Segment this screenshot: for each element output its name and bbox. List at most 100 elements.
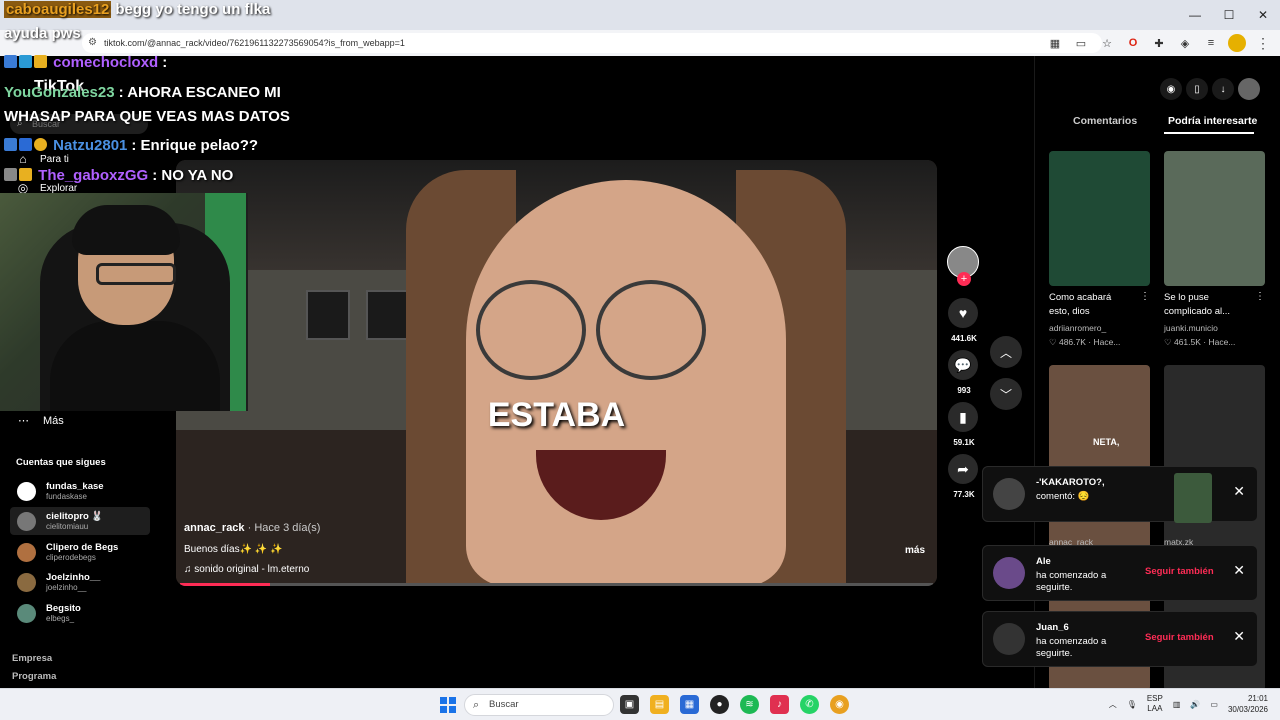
taskbar-search[interactable]: ⌕ Buscar — [464, 694, 614, 716]
chat-user: The_gaboxzGG — [38, 167, 149, 184]
footer-link-programa[interactable]: Programa — [12, 671, 56, 682]
like-count: 441.6K — [951, 334, 977, 343]
avatar — [993, 557, 1025, 589]
task-view-icon[interactable]: ▣ — [620, 695, 639, 714]
nav-item-mas[interactable]: ⋯ Más — [18, 414, 64, 428]
close-window-button[interactable]: ✕ — [1246, 0, 1280, 30]
menu-board — [366, 290, 410, 340]
cast-icon[interactable]: ▭ — [1072, 34, 1090, 52]
follow-back-button[interactable]: Seguir también — [1145, 632, 1214, 643]
heart-icon[interactable]: ♥ — [948, 298, 978, 328]
glasses-lens-right — [596, 280, 706, 380]
share-icon[interactable]: ➦ — [948, 454, 978, 484]
footer-link-empresa[interactable]: Empresa — [12, 653, 52, 664]
follow-item[interactable]: fundas_kase fundaskase — [10, 477, 150, 505]
chat-message: caboaugiles12 begg yo tengo un flka — [4, 1, 270, 18]
tab-podria-interesarte[interactable]: Podría interesarte — [1168, 115, 1257, 127]
media-controls-icon[interactable]: ≡ — [1202, 34, 1220, 52]
windows-start-icon[interactable] — [440, 697, 456, 713]
url-text: tiktok.com/@annac_rack/video/76219611322… — [104, 38, 405, 48]
microphone-icon[interactable]: 🎙 — [1127, 700, 1137, 709]
follow-item[interactable]: Begsito elbegs_ — [10, 599, 150, 627]
device-icon[interactable]: ▯ — [1186, 78, 1208, 100]
follow-name: fundas_kase — [46, 481, 104, 492]
chat-message: comechocloxd: — [4, 54, 167, 71]
tab-comentarios[interactable]: Comentarios — [1073, 115, 1137, 127]
chat-badge-icon — [19, 55, 32, 68]
active-tab-indicator — [1164, 132, 1254, 134]
download-icon[interactable]: ↓ — [1212, 78, 1234, 100]
file-explorer-icon[interactable]: ▤ — [650, 695, 669, 714]
notif-name: Juan_6 — [1036, 622, 1069, 633]
more-button[interactable]: más — [905, 545, 925, 556]
suggested-video-author[interactable]: adriianromero_ — [1049, 323, 1106, 333]
streamer-webcam — [0, 193, 248, 411]
suggested-video-author[interactable]: juanki.municio — [1164, 323, 1218, 333]
battery-icon[interactable]: ▭ — [1210, 700, 1218, 709]
follow-item[interactable]: Joelzinho__ joelzinho__ — [10, 568, 150, 596]
lang-sub: LAA — [1147, 704, 1163, 713]
translate-icon[interactable]: ▦ — [1046, 34, 1064, 52]
avatar — [17, 512, 36, 531]
save-count: 59.1K — [953, 438, 975, 447]
minimize-button[interactable]: — — [1178, 0, 1212, 30]
video-sound[interactable]: ♫ sonido original - lm.eterno — [184, 564, 309, 575]
chat-text: : NO YA NO — [152, 167, 234, 184]
clock[interactable]: 21:01 30/03/2026 — [1228, 693, 1268, 715]
suggested-video-thumb[interactable] — [1049, 151, 1150, 286]
coin-icon[interactable]: ◉ — [1160, 78, 1182, 100]
nav-item-para-ti[interactable]: ⌂ Para ti — [16, 152, 69, 166]
network-icon[interactable]: ▥ — [1173, 700, 1181, 709]
suggested-video-thumb[interactable] — [1164, 151, 1265, 286]
notification-toast[interactable]: -'KAKAROTO?, comentó: 😔 ✕ — [982, 466, 1258, 523]
chrome-icon[interactable]: ◉ — [830, 695, 849, 714]
comment-icon[interactable]: 💬 — [948, 350, 978, 380]
follow-plus-icon[interactable]: + — [957, 272, 971, 286]
obs-icon[interactable]: ● — [710, 695, 729, 714]
tiktok-app-icon[interactable]: ♪ — [770, 695, 789, 714]
video-options-icon[interactable]: ⋮ — [1140, 291, 1150, 302]
crown-badge-icon — [19, 168, 32, 181]
profile-avatar[interactable] — [1228, 34, 1246, 52]
opera-extension-icon[interactable]: O — [1124, 34, 1142, 52]
chat-message: Natzu2801: Enrique pelao?? — [4, 137, 258, 154]
follow-item[interactable]: cielitopro 🐰 cielitomiauu — [10, 507, 150, 535]
video-options-icon[interactable]: ⋮ — [1255, 291, 1265, 302]
follow-item[interactable]: Clipero de Begs cliperodebegs — [10, 538, 150, 566]
close-icon[interactable]: ✕ — [1233, 628, 1245, 645]
user-avatar[interactable] — [1238, 78, 1260, 100]
previous-video-button[interactable]: ︿ — [990, 336, 1022, 368]
suggested-video-caption[interactable]: Como acabará esto, dios — [1049, 291, 1129, 319]
chat-badge-icon — [4, 55, 17, 68]
avatar — [17, 604, 36, 623]
notif-text: ha comenzado a seguirte. — [1036, 636, 1107, 659]
close-icon[interactable]: ✕ — [1233, 483, 1245, 500]
chat-user: YouGonzales23 — [4, 84, 115, 101]
video-player[interactable]: ESTABA annac_rack · Hace 3 día(s) Buenos… — [176, 160, 937, 586]
notification-toast[interactable]: Juan_6 ha comenzado a seguirte. Seguir t… — [982, 611, 1258, 667]
bookmark-star-icon[interactable]: ☆ — [1098, 34, 1116, 52]
site-info-icon[interactable]: ⚙ — [88, 33, 97, 53]
video-progress-bar[interactable] — [180, 583, 933, 586]
browser-menu-icon[interactable]: ⋮ — [1254, 34, 1272, 52]
maximize-button[interactable]: ☐ — [1212, 0, 1246, 30]
url-field[interactable]: ⚙ tiktok.com/@annac_rack/video/762196113… — [82, 33, 1102, 53]
extensions-icon[interactable]: ✚ — [1150, 34, 1168, 52]
store-icon[interactable]: ▦ — [680, 695, 699, 714]
language-indicator[interactable]: ESP LAA — [1147, 694, 1163, 714]
chevron-up-icon[interactable]: ︿ — [1109, 699, 1117, 710]
follow-back-button[interactable]: Seguir también — [1145, 566, 1214, 577]
whatsapp-icon[interactable]: ✆ — [800, 695, 819, 714]
chat-text: begg yo tengo un flka — [115, 1, 271, 18]
extension-icon[interactable]: ◈ — [1176, 34, 1194, 52]
next-video-button[interactable]: ﹀ — [990, 378, 1022, 410]
volume-icon[interactable]: 🔊 — [1190, 700, 1200, 709]
ellipsis-icon: ⋯ — [18, 415, 29, 427]
notification-toast[interactable]: Ale ha comenzado a seguirte. Seguir tamb… — [982, 545, 1258, 601]
spotify-icon[interactable]: ≋ — [740, 695, 759, 714]
video-author[interactable]: annac_rack · Hace 3 día(s) — [184, 522, 320, 534]
webcam-body — [50, 321, 220, 411]
suggested-video-caption[interactable]: Se lo puse complicado al... — [1164, 291, 1244, 319]
close-icon[interactable]: ✕ — [1233, 562, 1245, 579]
bookmark-icon[interactable]: ▮ — [948, 402, 978, 432]
